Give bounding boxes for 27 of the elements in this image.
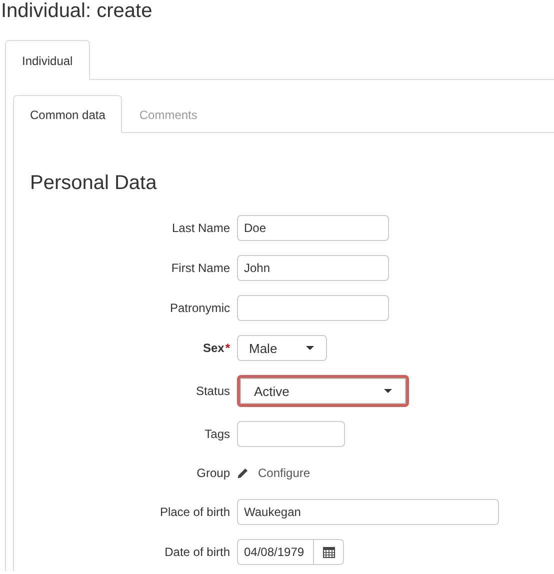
section-title: Personal Data (30, 171, 158, 195)
field-label: Place of birth (158, 505, 230, 519)
text-field[interactable] (237, 421, 345, 447)
select-dropdown[interactable]: Male (237, 335, 327, 361)
tab[interactable]: Individual (5, 40, 90, 80)
calendar-button[interactable] (314, 539, 344, 565)
caret-icon (306, 346, 314, 350)
field-label: Sex* (202, 341, 230, 355)
field-label: First Name (170, 261, 230, 275)
caret-icon (384, 389, 392, 393)
select-dropdown[interactable]: Active (237, 375, 409, 407)
field-label: Group (196, 466, 230, 480)
field-label: Date of birth (164, 545, 230, 559)
text-field[interactable]: Doe (237, 215, 389, 241)
date-field[interactable]: 04/08/1979 (237, 539, 314, 565)
tab[interactable]: Common data (13, 95, 122, 133)
configure-link[interactable]: Configure (258, 466, 310, 480)
field-label: Patronymic (168, 301, 230, 315)
pencil-icon (237, 468, 248, 478)
calendar-icon (322, 546, 334, 558)
page-title: Individual: create (0, 0, 154, 22)
field-label: Tags (204, 427, 230, 441)
field-label: Last Name (170, 221, 230, 235)
field-label: Status (194, 384, 230, 398)
text-field[interactable]: Waukegan (237, 499, 499, 525)
text-field[interactable]: John (237, 255, 389, 281)
text-field[interactable] (237, 295, 389, 321)
